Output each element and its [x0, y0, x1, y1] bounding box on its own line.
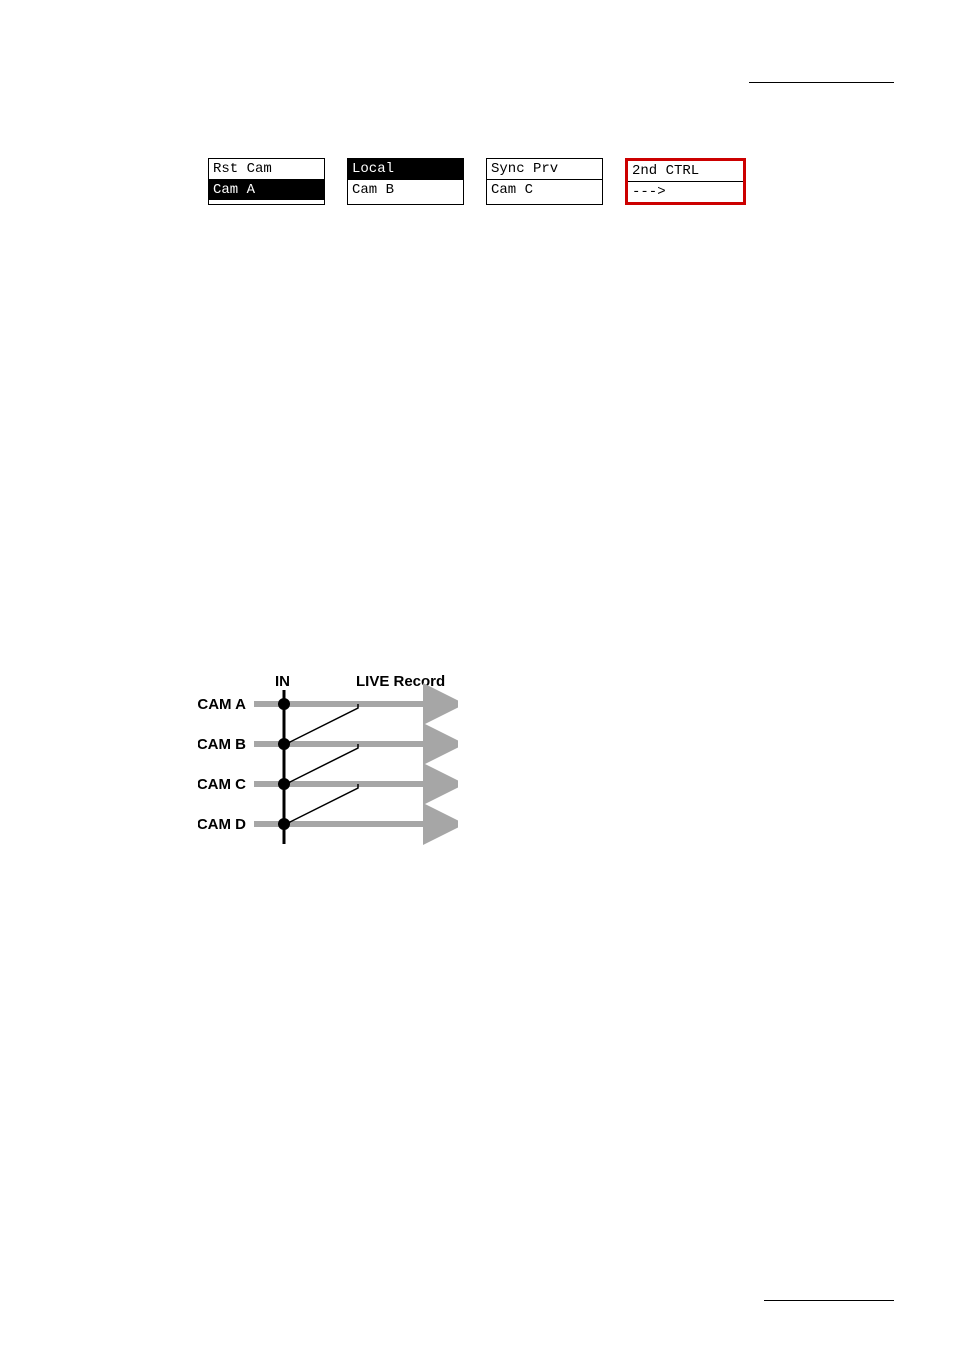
- cam-d-label: CAM D: [198, 816, 246, 833]
- softkey-2-top: Local: [348, 159, 463, 179]
- page-footer-rule: [764, 1300, 894, 1301]
- page-header-rule: [749, 82, 894, 83]
- cam-a-node: [278, 698, 290, 710]
- softkey-2: Local Cam B: [347, 158, 464, 205]
- hook-a-b: [290, 704, 358, 742]
- softkey-3: Sync Prv Cam C: [486, 158, 603, 205]
- softkey-1-top: Rst Cam: [209, 159, 324, 179]
- cam-d-node: [278, 818, 290, 830]
- softkey-4-bottom: --->: [628, 181, 743, 202]
- softkey-2-bottom: Cam B: [348, 179, 463, 200]
- softkey-4-top: 2nd CTRL: [628, 161, 743, 181]
- softkey-1-bottom: Cam A: [209, 179, 324, 200]
- timeline-diagram: IN LIVE Record CAM A CAM B CAM C CAM D: [198, 672, 458, 862]
- cam-c-label: CAM C: [198, 776, 246, 793]
- softkey-4: 2nd CTRL --->: [625, 158, 746, 205]
- cam-c-node: [278, 778, 290, 790]
- in-label: IN: [275, 673, 290, 690]
- hook-b-c: [290, 744, 358, 782]
- cam-b-label: CAM B: [198, 736, 246, 753]
- cam-a-label: CAM A: [198, 696, 246, 713]
- timeline-svg: IN LIVE Record CAM A CAM B CAM C CAM D: [198, 672, 458, 862]
- softkey-3-top: Sync Prv: [487, 159, 602, 179]
- hook-c-d: [290, 784, 358, 822]
- softkey-row: Rst Cam Cam A Local Cam B Sync Prv Cam C…: [208, 158, 746, 205]
- softkey-1: Rst Cam Cam A: [208, 158, 325, 205]
- cam-b-node: [278, 738, 290, 750]
- softkey-3-bottom: Cam C: [487, 179, 602, 200]
- live-record-label: LIVE Record: [356, 673, 445, 690]
